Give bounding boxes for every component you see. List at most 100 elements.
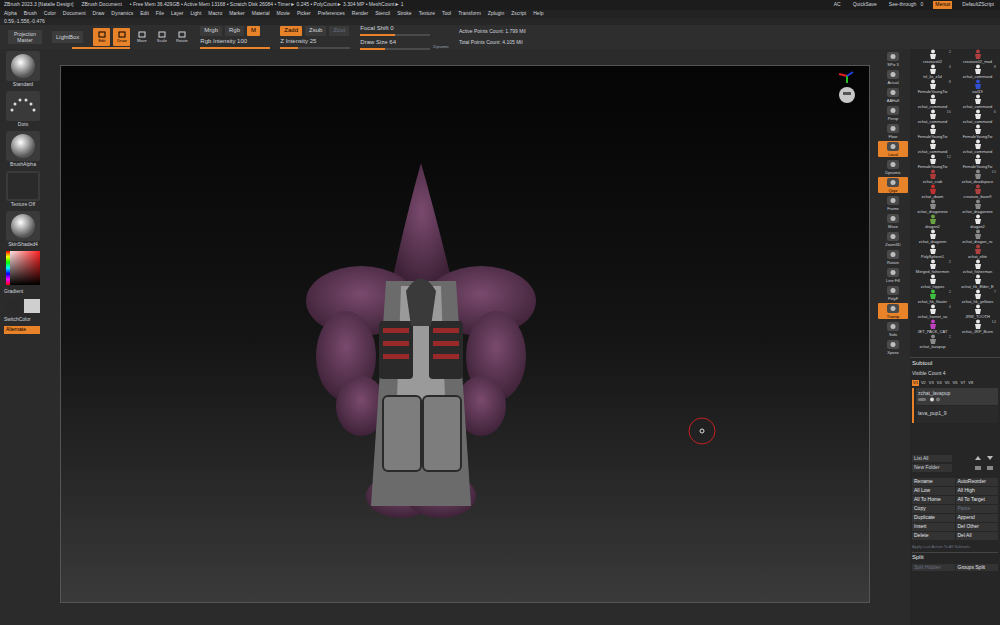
tool-item[interactable]: 7zchat_hk_yellows (955, 289, 1000, 304)
orientation-gizmo-icon[interactable] (835, 68, 859, 108)
tool-item[interactable]: zchat_doom (910, 184, 955, 199)
menu-item[interactable]: Movie (277, 10, 290, 18)
shelf-button[interactable]: Xpose (878, 339, 908, 355)
canvas[interactable] (60, 65, 870, 603)
brush-slot[interactable]: BrushAlpha (6, 131, 40, 168)
subtool-title[interactable]: Subtool (912, 359, 998, 368)
subtool-action-button[interactable]: Del All (956, 532, 999, 540)
tool-item[interactable]: 2creature02 (910, 49, 955, 64)
title-button[interactable]: DefaultZScript (960, 1, 996, 9)
menu-item[interactable]: Layer (171, 10, 184, 18)
color-mode-button[interactable]: Rgb (225, 26, 244, 36)
subtool-action-button[interactable]: Del Other (956, 523, 999, 531)
split-button[interactable]: Groups Split (956, 564, 999, 572)
mode-button[interactable]: Rotate (173, 28, 190, 46)
shelf-button[interactable]: Persp (878, 105, 908, 121)
tool-item[interactable]: 8FemaleYoungTw (910, 79, 955, 94)
tool-item[interactable]: 16zchat_command (910, 109, 955, 124)
menu-item[interactable]: Zplugin (488, 10, 504, 18)
tool-item[interactable]: zchat_dragonm (910, 229, 955, 244)
tool-item[interactable]: 4zchat_hornet_sa (910, 304, 955, 319)
subtool-item[interactable]: lava_pup1_9 (916, 406, 998, 423)
tool-item[interactable]: zchat_dragonese (955, 199, 1000, 214)
tool-item[interactable]: 2zchat_hk_floater (910, 289, 955, 304)
menu-item[interactable]: Tool (442, 10, 451, 18)
tool-item[interactable]: dragon2 (955, 214, 1000, 229)
tool-item[interactable]: zchat_crab (910, 169, 955, 184)
shelf-button[interactable]: Frame (878, 195, 908, 211)
view-button[interactable]: V3 (928, 380, 935, 386)
shelf-button[interactable]: Actual (878, 69, 908, 85)
menu-item[interactable]: Draw (93, 10, 105, 18)
tool-item[interactable]: 12FemaleYoungTw (910, 154, 955, 169)
shelf-button[interactable]: Line Fill (878, 267, 908, 283)
menu-item[interactable]: Stroke (397, 10, 411, 18)
new-folder-button[interactable]: New Folder (912, 464, 952, 472)
dynamic-toggle[interactable]: Dynamic (433, 44, 449, 50)
menu-item[interactable]: Alpha (4, 10, 17, 18)
tool-item[interactable]: PolySphere1 (910, 244, 955, 259)
view-button[interactable]: V4 (936, 380, 943, 386)
menu-item[interactable]: Marker (229, 10, 245, 18)
view-button[interactable]: V6 (952, 380, 959, 386)
focal-shift-slider[interactable]: Focal Shift 0 (360, 25, 430, 36)
title-button[interactable]: AC (832, 1, 843, 9)
menu-item[interactable]: File (156, 10, 164, 18)
menu-item[interactable]: Light (190, 10, 201, 18)
subtool-action-button[interactable]: All High (956, 487, 999, 495)
arrows-icon[interactable] (970, 455, 998, 461)
mode-button[interactable]: Edit (93, 28, 110, 46)
tool-item[interactable]: zchat_fisherman (955, 259, 1000, 274)
subtool-action-button[interactable]: Duplicate (912, 514, 955, 522)
shelf-button[interactable]: Rotate (878, 249, 908, 265)
tool-item[interactable]: FemaleYoungTw (955, 154, 1000, 169)
tool-item[interactable]: creature_base9 (955, 184, 1000, 199)
shelf-button[interactable]: Floor (878, 123, 908, 139)
subtool-action-button[interactable]: Insert (912, 523, 955, 531)
draw-size-slider[interactable]: Draw Size 64 (360, 39, 430, 50)
z-mode-button[interactable]: Zadd (280, 26, 302, 36)
shelf-button[interactable]: SPix 3 (878, 51, 908, 67)
z-mode-button[interactable]: Zcut (329, 26, 349, 36)
tool-item[interactable]: zchat_hippos (910, 274, 955, 289)
tool-item[interactable]: zchat_command (955, 94, 1000, 109)
shelf-button[interactable]: Solo (878, 321, 908, 337)
view-button[interactable]: V5 (944, 380, 951, 386)
secondary-color-swatch[interactable] (24, 299, 40, 313)
tool-item[interactable]: zchat_hk_Elder_E (955, 274, 1000, 289)
tool-item[interactable]: 2zchat_lavapup (910, 334, 955, 349)
menu-item[interactable]: Macro (208, 10, 222, 18)
mode-button[interactable]: Draw (113, 28, 130, 46)
subtool-action-button[interactable]: Paste (956, 505, 999, 513)
menu-item[interactable]: Help (533, 10, 543, 18)
shelf-button[interactable]: Qxyz (878, 177, 908, 193)
subtool-toggles-icon[interactable] (918, 397, 948, 402)
shelf-button[interactable]: Local (878, 141, 908, 157)
menu-item[interactable]: Material (252, 10, 270, 18)
projection-master-button[interactable]: Projection Master (8, 30, 42, 44)
menu-item[interactable]: Brush (24, 10, 37, 18)
title-button[interactable]: QuickSave (851, 1, 879, 9)
subtool-action-button[interactable]: All To Target (956, 496, 999, 504)
tool-item[interactable]: FemaleYoungTw (910, 124, 955, 139)
brush-slot[interactable]: Standard (6, 51, 40, 88)
subtool-action-button[interactable]: Append (956, 514, 999, 522)
apply-all-toggle[interactable]: Apply Last Action To All Subtools (912, 544, 998, 550)
rgb-intensity-slider[interactable]: Rgb Intensity 100 (200, 38, 270, 49)
alternate-button[interactable]: Alternate (4, 326, 40, 334)
list-all-button[interactable]: List All (912, 455, 952, 463)
menu-item[interactable]: Picker (297, 10, 311, 18)
split-section[interactable]: Split (912, 552, 998, 562)
subtool-action-button[interactable]: Copy (912, 505, 955, 513)
tool-item[interactable]: 4tsl_liz_z1d (910, 64, 955, 79)
subtool-action-button[interactable]: AutoReorder (956, 478, 999, 486)
z-intensity-slider[interactable]: Z Intensity 25 (280, 38, 350, 49)
primary-color-swatch[interactable] (6, 299, 22, 313)
switch-color-button[interactable]: SwitchColor (0, 316, 31, 324)
view-button[interactable]: V2 (920, 380, 927, 386)
color-mode-button[interactable]: Mrgb (200, 26, 222, 36)
shelf-button[interactable]: AAHalf (878, 87, 908, 103)
view-button[interactable]: V8 (967, 380, 974, 386)
subtool-item[interactable]: zchat_lavapup (916, 388, 998, 405)
tool-item[interactable]: dragon2 (910, 214, 955, 229)
